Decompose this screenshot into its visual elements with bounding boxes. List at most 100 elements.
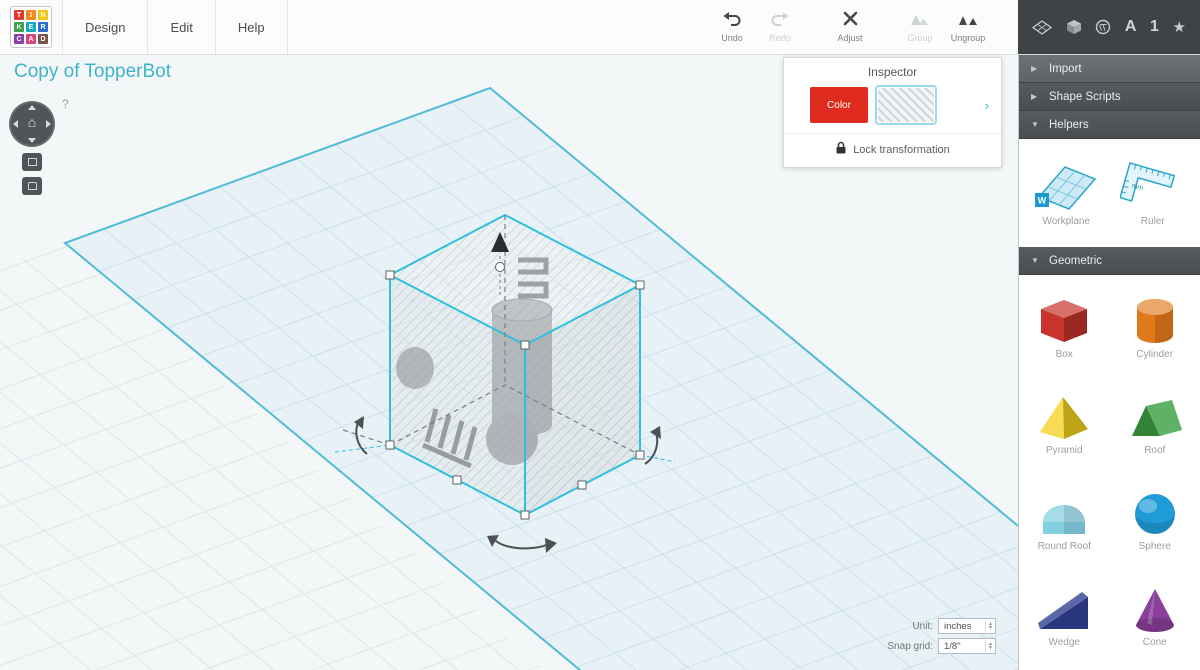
roof-shape-icon [1127,393,1183,441]
section-shape-scripts[interactable]: ▶ Shape Scripts [1019,83,1200,111]
logo-tile: A [26,34,36,44]
redo-button[interactable]: Redo [756,11,804,43]
helpers-list: W Workplane mm Ruler [1019,139,1200,247]
redo-icon [771,11,789,31]
lock-icon [835,141,847,158]
menu-help[interactable]: Help [216,0,288,54]
color-swatch[interactable]: Color [810,87,868,123]
lock-label: Lock transformation [853,144,950,156]
fit-view-button[interactable] [22,153,42,171]
expand-icon: ▶ [1031,64,1040,73]
height-handle-dot[interactable] [496,263,505,272]
ungroup-label: Ungroup [951,33,986,43]
unit-select[interactable]: inches ▲▼ [938,618,996,634]
section-geometric[interactable]: ▼ Geometric [1019,247,1200,275]
snap-spinner-icon[interactable]: ▲▼ [985,641,995,652]
helper-ruler[interactable]: mm Ruler [1120,159,1186,227]
shape-box-label: Box [1056,349,1073,360]
transparent-material-swatch[interactable] [877,87,935,123]
svg-text:W: W [1038,196,1047,206]
favorites-star-icon[interactable]: ★ [1173,18,1186,36]
design-canvas[interactable]: Copy of TopperBot ? ⌂ [0,55,1018,670]
adjust-button[interactable]: Adjust [826,11,874,43]
shape-wedge[interactable]: Wedge [1036,585,1092,648]
account-initial[interactable]: A [1125,18,1137,36]
tinkercad-app: T I N K E R C A D Design Edit Help Undo [0,0,1200,670]
workplane-toggle-icon[interactable] [1032,20,1052,35]
group-icon [910,12,930,31]
shapes-sidebar: ▶ Import ▶ Shape Scripts ▼ Helpers W [1018,55,1200,670]
rotate-down-icon[interactable] [28,138,36,143]
rotate-up-icon[interactable] [28,105,36,110]
undo-icon [723,11,741,31]
workplane-label: Workplane [1042,216,1090,227]
logo-tile: N [38,10,48,20]
logo-tile: R [38,22,48,32]
section-helpers[interactable]: ▼ Helpers [1019,111,1200,139]
logo-tile: I [26,10,36,20]
ungroup-button[interactable]: Ungroup [944,12,992,43]
shape-pyramid[interactable]: Pyramid [1036,393,1092,456]
ruler-helper-icon: mm [1120,159,1186,211]
logo-tile: T [14,10,24,20]
ungroup-icon [958,12,978,31]
box-shape-icon [1036,297,1092,345]
notification-count[interactable]: 1 [1150,18,1159,36]
collapse-icon: ▼ [1031,256,1040,265]
orbit-control[interactable]: ⌂ [9,101,55,147]
fit-view-icon [28,158,37,166]
section-import-label: Import [1049,63,1082,75]
cone-shape-icon [1127,585,1183,633]
logo-tile: E [26,22,36,32]
snap-grid-label: Snap grid: [887,641,933,652]
wedge-shape-icon [1036,585,1092,633]
redo-label: Redo [769,33,791,43]
zoom-icon [28,182,37,190]
unit-value: inches [944,621,971,632]
unit-controls: Unit: inches ▲▼ Snap grid: 1/8" ▲▼ [887,618,996,654]
shape-roof[interactable]: Roof [1127,393,1183,456]
logo-tile: D [38,34,48,44]
round-roof-shape-icon [1036,489,1092,537]
snap-grid-select[interactable]: 1/8" ▲▼ [938,638,996,654]
shapes-library-icon[interactable] [1066,19,1082,35]
shape-cylinder[interactable]: Cylinder [1127,297,1183,360]
more-materials-icon[interactable]: › [985,98,993,113]
shape-sphere-label: Sphere [1139,541,1171,552]
shape-round-roof-label: Round Roof [1038,541,1091,552]
unit-spinner-icon[interactable]: ▲▼ [985,621,995,632]
shape-round-roof[interactable]: Round Roof [1036,489,1092,552]
ruler-label: Ruler [1141,216,1165,227]
logo-tile: C [14,34,24,44]
toolbar: Undo Redo Adjust Group [708,0,1018,54]
section-helpers-label: Helpers [1049,119,1089,131]
lock-transformation-toggle[interactable]: Lock transformation [784,133,1001,167]
adjust-icon [843,11,858,31]
section-import[interactable]: ▶ Import [1019,55,1200,83]
unit-label: Unit: [912,621,933,632]
community-icon[interactable] [1095,19,1111,35]
menu-edit[interactable]: Edit [148,0,215,54]
sphere-shape-icon [1127,489,1183,537]
shape-box[interactable]: Box [1036,297,1092,360]
undo-label: Undo [721,33,743,43]
collapse-icon: ▼ [1031,120,1040,129]
box-faces[interactable] [390,215,640,515]
group-button[interactable]: Group [896,12,944,43]
home-view-icon[interactable]: ⌂ [9,115,55,129]
model-3d[interactable] [335,190,675,610]
shape-cone[interactable]: Cone [1127,585,1183,648]
expand-icon: ▶ [1031,92,1040,101]
helper-workplane[interactable]: W Workplane [1033,159,1099,227]
zoom-button[interactable] [22,177,42,195]
design-title[interactable]: Copy of TopperBot [14,61,171,83]
main-menu: Design Edit Help [62,0,288,54]
cylinder-shape-icon [1127,297,1183,345]
tinkercad-logo[interactable]: T I N K E R C A D [10,6,52,48]
shape-wedge-label: Wedge [1048,637,1080,648]
shape-cylinder-label: Cylinder [1136,349,1173,360]
menu-design[interactable]: Design [63,0,148,54]
undo-button[interactable]: Undo [708,11,756,43]
help-icon[interactable]: ? [62,97,69,111]
shape-sphere[interactable]: Sphere [1127,489,1183,552]
